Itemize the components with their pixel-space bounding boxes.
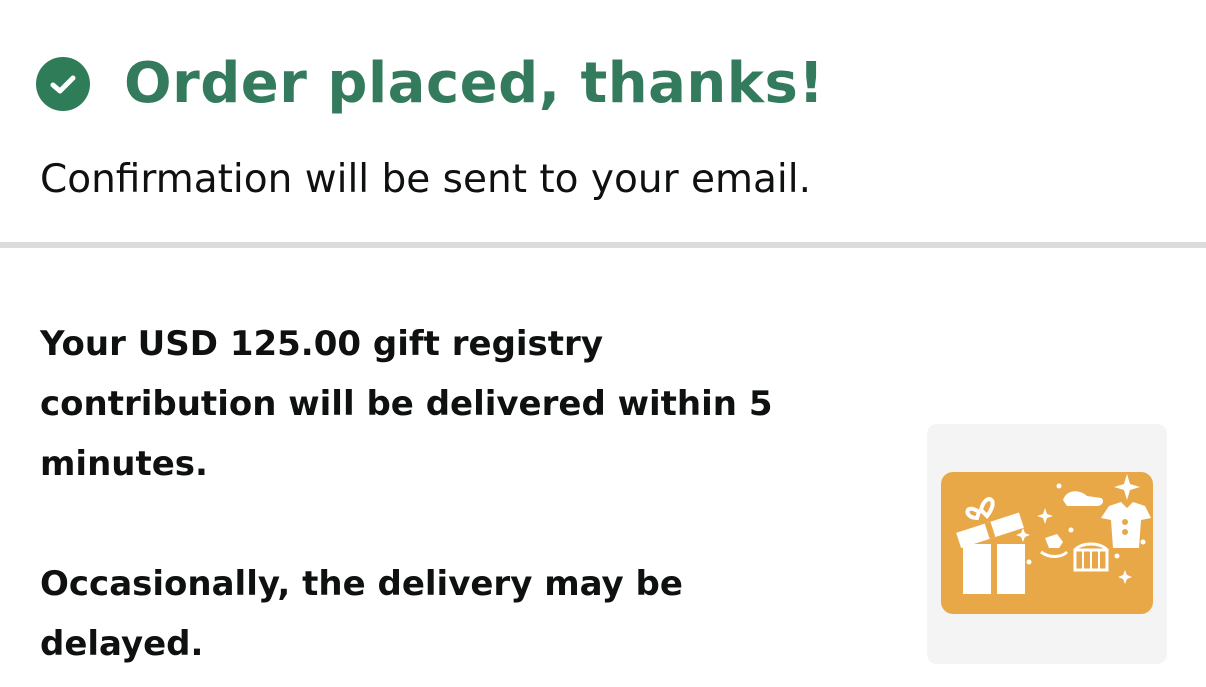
baby-registry-gift-card-icon — [941, 472, 1153, 614]
confirmation-email-note: Confirmation will be sent to your email. — [40, 157, 811, 202]
check-circle-icon — [36, 57, 90, 111]
page-title: Order placed, thanks! — [124, 51, 825, 116]
delivery-info-text: Your USD 125.00 gift registry contributi… — [40, 324, 773, 484]
delivery-message: Your USD 125.00 gift registry contributi… — [40, 314, 840, 674]
order-confirmation-header: Order placed, thanks! — [36, 44, 824, 124]
section-divider — [0, 242, 1206, 248]
delay-notice-text: Occasionally, the delivery may be delaye… — [40, 564, 683, 664]
gift-card-thumbnail — [927, 424, 1167, 664]
